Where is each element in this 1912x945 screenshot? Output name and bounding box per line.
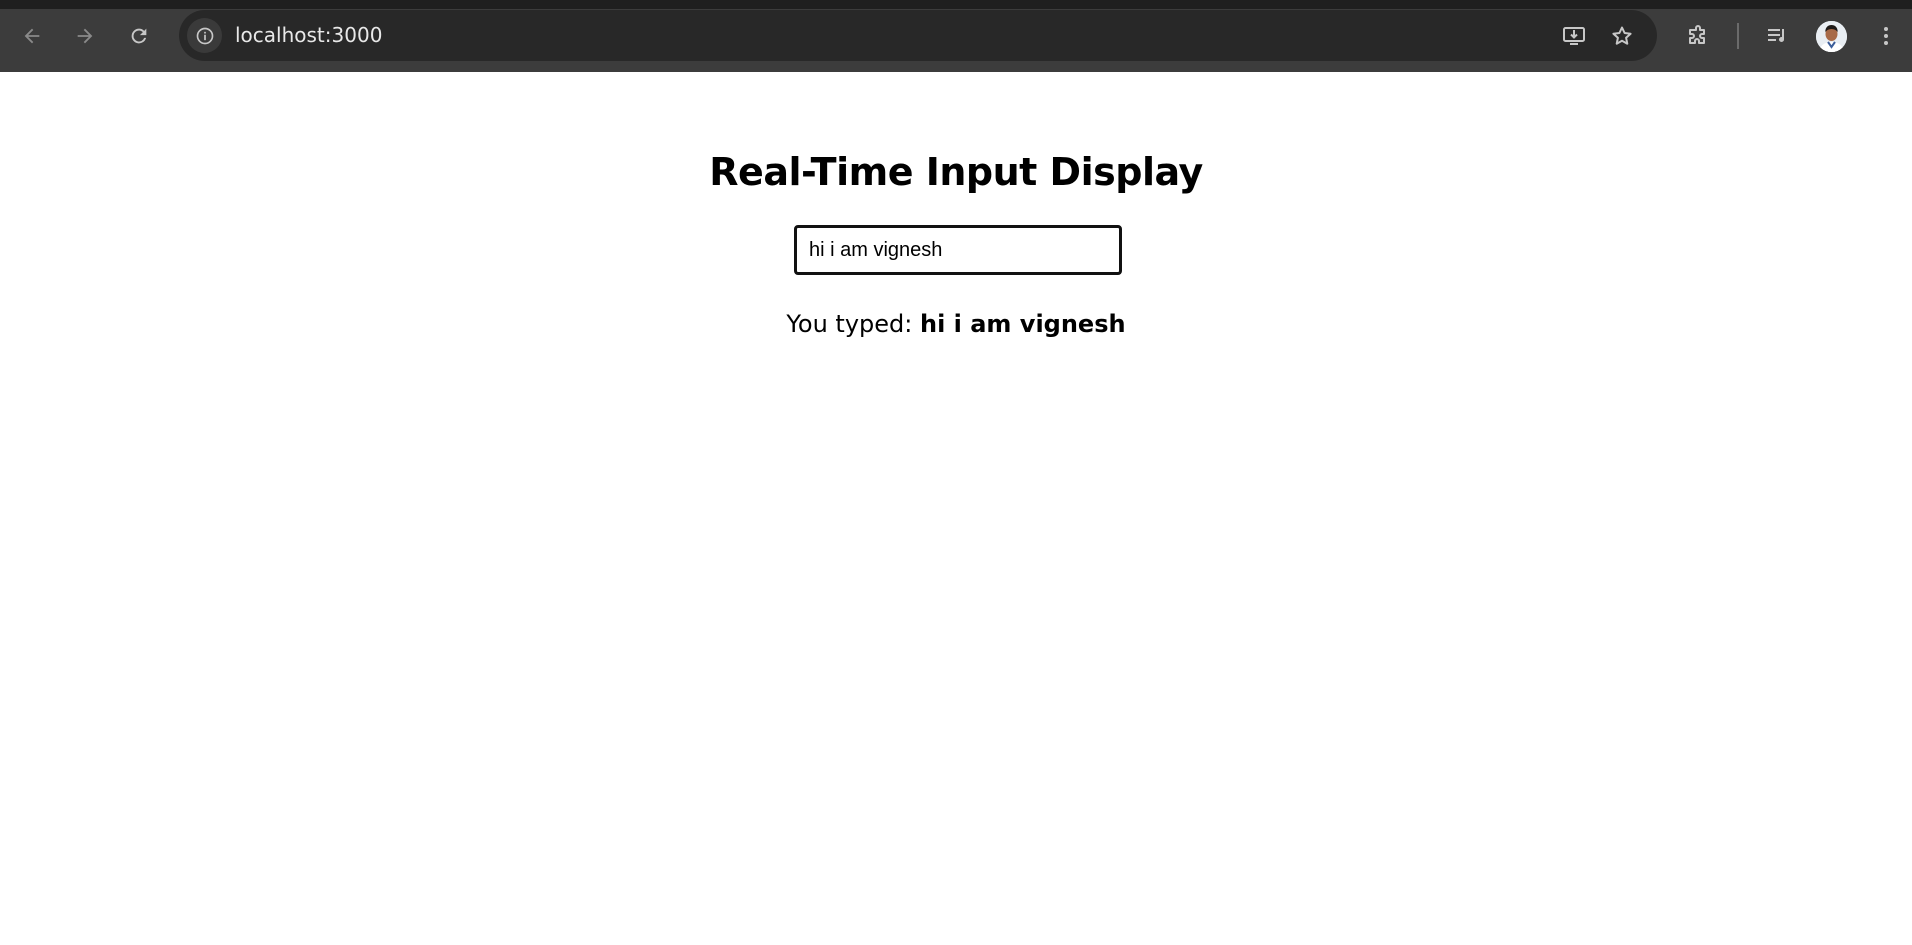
more-vert-icon [1884, 27, 1888, 45]
typed-output: You typed: hi i am vignesh [0, 310, 1912, 338]
browser-menu-button[interactable] [1872, 22, 1900, 50]
reload-icon [131, 28, 147, 44]
text-input[interactable] [794, 225, 1122, 275]
page-content: Real-Time Input Display You typed: hi i … [0, 72, 1912, 945]
arrow-right-icon [77, 28, 93, 44]
site-info-button[interactable] [187, 18, 222, 53]
forward-button[interactable] [67, 18, 103, 54]
puzzle-icon [1689, 25, 1705, 44]
arrow-left-icon [24, 28, 40, 44]
typed-value: hi i am vignesh [919, 310, 1126, 338]
back-button[interactable] [14, 18, 50, 54]
avatar[interactable] [1816, 21, 1847, 52]
page-title: Real-Time Input Display [709, 150, 1203, 194]
extensions-button[interactable] [1684, 22, 1712, 50]
media-controls-button[interactable] [1763, 22, 1791, 50]
address-bar[interactable]: localhost:3000 [179, 10, 1657, 61]
bookmark-button[interactable] [1609, 23, 1635, 49]
install-app-icon [1563, 27, 1585, 45]
toolbar-divider [1737, 23, 1739, 49]
reload-button[interactable] [121, 18, 157, 54]
media-controls-icon [1768, 29, 1785, 42]
browser-toolbar: localhost:3000 [0, 0, 1912, 72]
install-app-button[interactable] [1561, 23, 1587, 49]
profile-picture [1816, 21, 1847, 52]
typed-label: You typed: [786, 310, 920, 338]
url-text[interactable]: localhost:3000 [235, 10, 382, 61]
info-icon [196, 27, 213, 44]
star-icon [1612, 26, 1632, 45]
tab-strip [0, 0, 1912, 9]
